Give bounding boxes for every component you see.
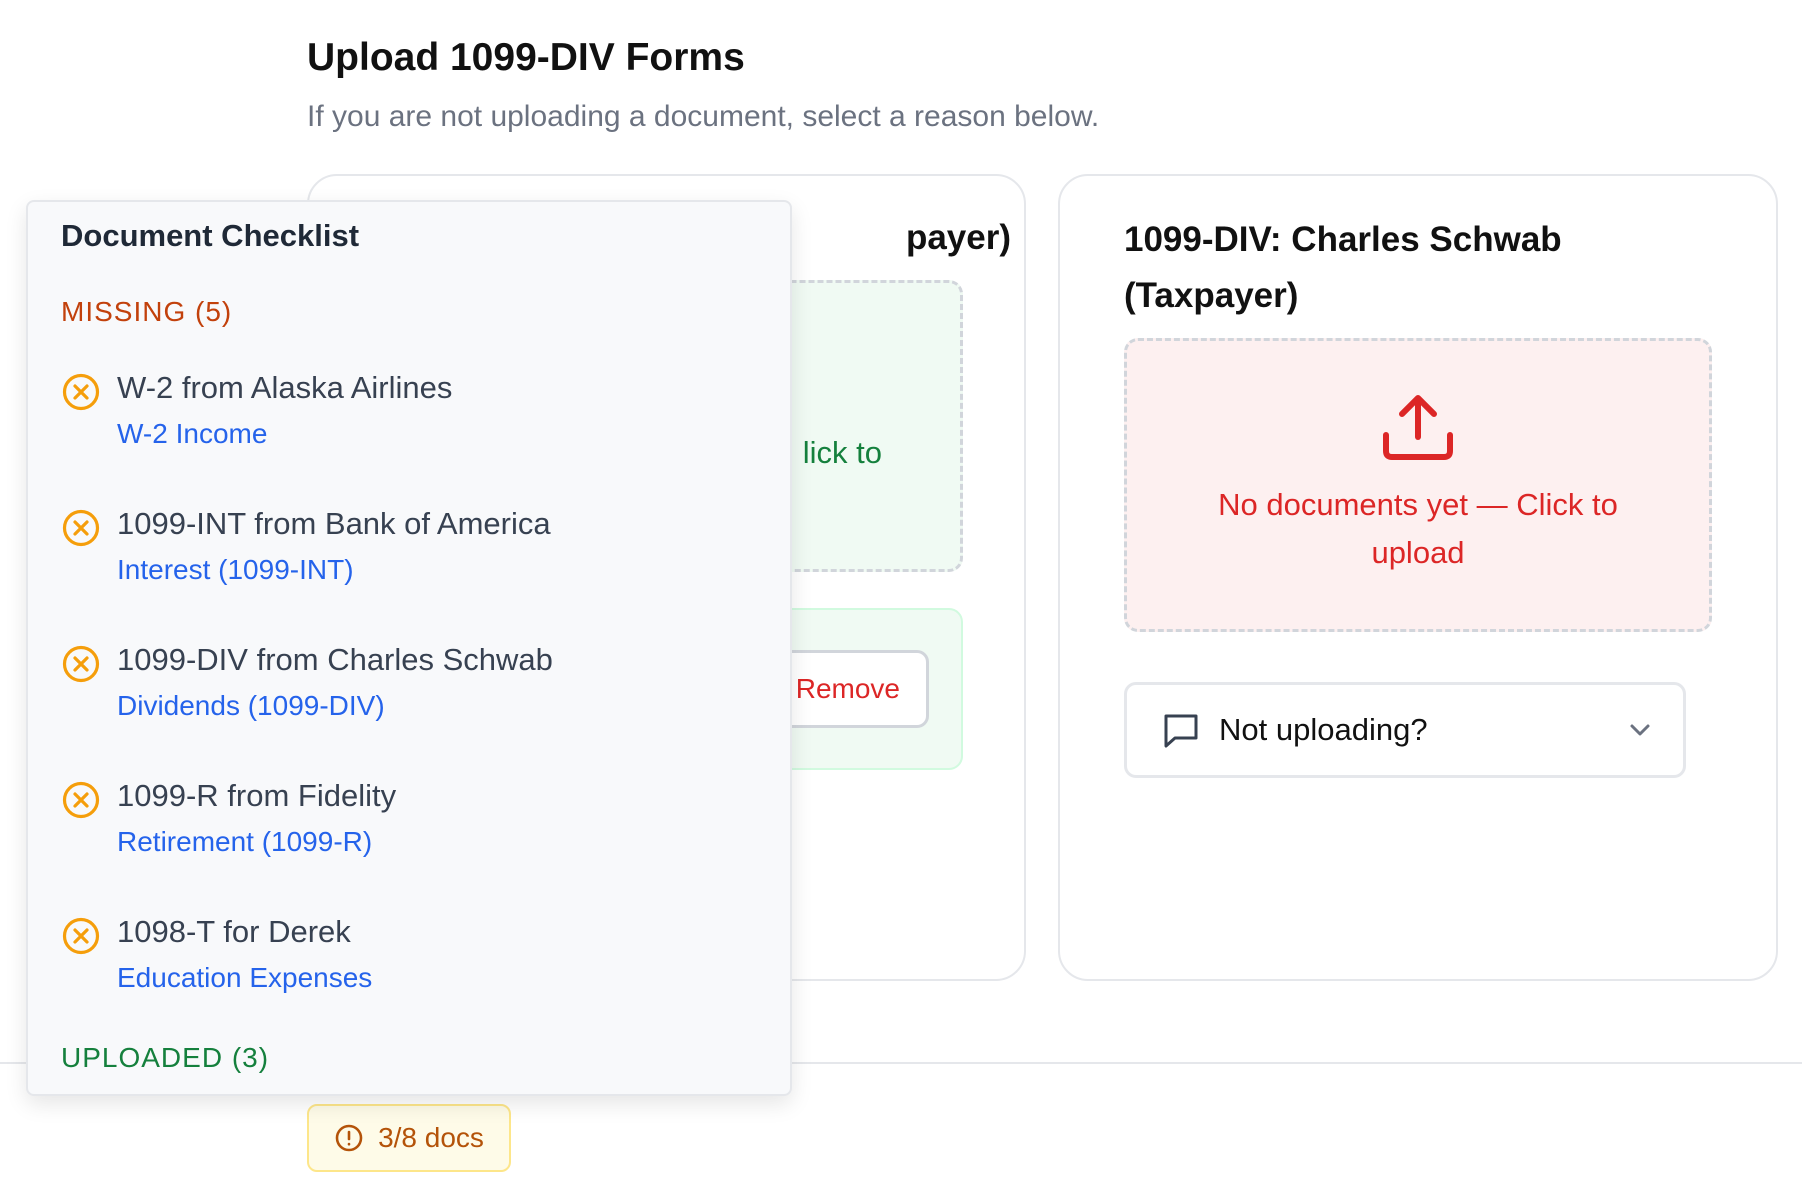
- document-checklist-popover: Document Checklist MISSING (5) W-2 from …: [26, 200, 792, 1096]
- checklist-item: 1099-INT from Bank of America Interest (…: [61, 504, 761, 614]
- item-category-link[interactable]: Interest (1099-INT): [117, 554, 354, 586]
- card-title: 1099-DIV: Charles Schwab (Taxpayer): [1124, 220, 1562, 315]
- page-title: Upload 1099-DIV Forms: [307, 36, 745, 79]
- chevron-down-icon: [1630, 724, 1650, 736]
- item-name: 1099-DIV from Charles Schwab: [117, 642, 553, 677]
- checklist-item: 1099-R from Fidelity Retirement (1099-R): [61, 776, 761, 886]
- select-label: Not uploading?: [1219, 712, 1428, 747]
- item-category-link[interactable]: W-2 Income: [117, 418, 267, 450]
- upload-dropzone[interactable]: No documents yet — Click to upload: [1124, 338, 1712, 632]
- checklist-title: Document Checklist: [61, 218, 360, 253]
- x-circle-icon: [62, 509, 100, 547]
- checklist-item: 1098-T for Derek Education Expenses: [61, 912, 761, 1022]
- badge-label: 3/8 docs: [378, 1122, 484, 1153]
- dropzone-text: No documents yet — Click to upload: [1218, 487, 1618, 570]
- document-card-charles-schwab: 1099-DIV: Charles Schwab (Taxpayer) No d…: [1058, 174, 1778, 981]
- checklist-item: 1099-DIV from Charles Schwab Dividends (…: [61, 640, 761, 750]
- item-category-link[interactable]: Education Expenses: [117, 962, 372, 994]
- item-name: 1098-T for Derek: [117, 914, 351, 949]
- docs-progress-badge[interactable]: 3/8 docs: [307, 1104, 511, 1172]
- uploaded-section-label: UPLOADED (3): [61, 1042, 270, 1073]
- checklist-item: W-2 from Alaska Airlines W-2 Income: [61, 368, 761, 478]
- chat-bubble-icon: [1164, 714, 1198, 748]
- upload-icon: [1383, 395, 1453, 460]
- item-name: 1099-INT from Bank of America: [117, 506, 551, 541]
- dropzone-text: lick to: [802, 435, 882, 470]
- item-category-link[interactable]: Dividends (1099-DIV): [117, 690, 385, 722]
- not-uploading-select[interactable]: Not uploading?: [1124, 682, 1686, 778]
- item-category-link[interactable]: Retirement (1099-R): [117, 826, 372, 858]
- x-circle-icon: [62, 917, 100, 955]
- alert-circle-icon: [335, 1124, 363, 1152]
- x-circle-icon: [62, 373, 100, 411]
- page-subtitle: If you are not uploading a document, sel…: [307, 100, 1100, 133]
- missing-section-label: MISSING (5): [61, 296, 233, 327]
- item-name: W-2 from Alaska Airlines: [117, 370, 453, 405]
- item-name: 1099-R from Fidelity: [117, 778, 397, 813]
- x-circle-icon: [62, 781, 100, 819]
- x-circle-icon: [62, 645, 100, 683]
